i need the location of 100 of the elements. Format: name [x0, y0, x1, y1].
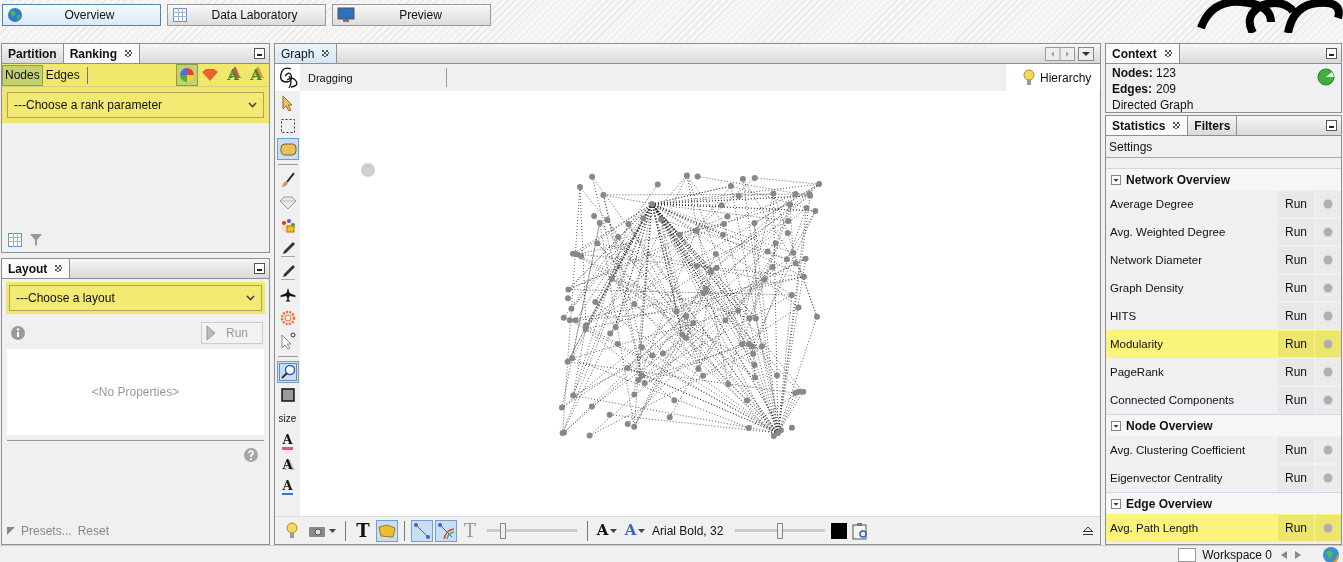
- run-button[interactable]: Run: [1278, 437, 1314, 463]
- statistic-name: HITS: [1110, 310, 1138, 322]
- run-button[interactable]: Run: [1278, 387, 1314, 413]
- help-dot-icon[interactable]: [1323, 283, 1333, 293]
- placeholder-text: <No Properties>: [91, 385, 180, 399]
- help-dot-icon[interactable]: [1323, 395, 1333, 405]
- brush-icon: [279, 172, 296, 188]
- help-dot-icon[interactable]: [1323, 199, 1333, 209]
- tool-button[interactable]: A: [594, 519, 620, 542]
- statistic-name: Modularity: [1110, 338, 1165, 350]
- help-dot-icon[interactable]: [1323, 445, 1333, 455]
- rank-parameter-dropdown[interactable]: ---Choose a rank parameter: [7, 92, 264, 118]
- help-dot-icon[interactable]: [1323, 523, 1333, 533]
- eject-icon[interactable]: [1082, 525, 1094, 536]
- group-title: Node Overview: [1126, 418, 1213, 433]
- tool-button[interactable]: T: [352, 519, 374, 542]
- close-icon[interactable]: [1172, 121, 1182, 130]
- caret-icon: [329, 528, 336, 533]
- tool-button[interactable]: A: [276, 430, 299, 452]
- run-button[interactable]: Run: [1278, 465, 1314, 491]
- panel-tab[interactable]: Layout: [2, 259, 71, 278]
- help-dot-icon[interactable]: [1323, 339, 1333, 349]
- table-icon: [172, 7, 188, 23]
- tool-button[interactable]: A: [622, 519, 648, 542]
- tool-button[interactable]: A: [276, 453, 299, 475]
- help-dot-icon[interactable]: [1323, 227, 1333, 237]
- pie-chart-icon[interactable]: [1317, 68, 1335, 86]
- caret-icon: [610, 528, 618, 533]
- statistic-name: Avg. Path Length: [1110, 522, 1200, 534]
- panel-tab[interactable]: Context: [1106, 44, 1180, 63]
- close-icon[interactable]: [54, 264, 64, 273]
- help-icon[interactable]: [243, 447, 259, 463]
- run-button[interactable]: Run: [1278, 515, 1314, 541]
- collapse-icon[interactable]: [1111, 420, 1121, 431]
- minimize-icon[interactable]: [254, 263, 265, 274]
- help-dot-icon[interactable]: [1323, 473, 1333, 483]
- workspace-label: Workspace 0: [1202, 548, 1272, 562]
- run-button[interactable]: Run: [1278, 331, 1314, 357]
- statistic-name: Connected Components: [1110, 394, 1236, 406]
- element-tab[interactable]: Edges: [42, 64, 83, 86]
- run-button[interactable]: Run: [1278, 275, 1314, 301]
- minimize-icon[interactable]: [1326, 120, 1337, 131]
- panel-tab[interactable]: Graph: [275, 44, 338, 63]
- close-icon[interactable]: [321, 49, 331, 58]
- selection-icon: [279, 118, 296, 134]
- chevron-icon: [248, 102, 257, 108]
- perspective-button[interactable]: Data Laboratory: [167, 4, 326, 26]
- statistic-name: Average Degree: [1110, 198, 1195, 210]
- layout-dropdown[interactable]: ---Choose a layout: [9, 285, 262, 311]
- perspective-button[interactable]: Overview: [2, 4, 161, 26]
- tool-button[interactable]: A: [276, 476, 299, 498]
- run-button[interactable]: Run: [1278, 191, 1314, 217]
- run-button[interactable]: Run: [1278, 219, 1314, 245]
- help-dot-icon[interactable]: [1323, 367, 1333, 377]
- collapse-icon[interactable]: [1111, 498, 1121, 509]
- stat-value: 209: [1156, 82, 1177, 96]
- label-shape-icon: [377, 522, 397, 539]
- help-dot-icon[interactable]: [1323, 311, 1333, 321]
- mode-label: Dragging: [308, 71, 353, 84]
- font-label: Arial Bold, 32: [652, 523, 724, 538]
- info-icon[interactable]: [10, 325, 26, 341]
- globe-icon[interactable]: [1322, 546, 1340, 562]
- close-icon[interactable]: [124, 49, 133, 58]
- close-icon[interactable]: [1163, 49, 1173, 58]
- tool-button[interactable]: [276, 361, 299, 383]
- statistic-name: Network Diameter: [1110, 254, 1204, 266]
- minimize-icon[interactable]: [254, 48, 265, 59]
- panel-tab[interactable]: Ranking: [63, 44, 140, 63]
- panel-tab[interactable]: Statistics: [1106, 116, 1189, 135]
- run-button: Run: [201, 322, 263, 344]
- color-swatch[interactable]: [831, 522, 848, 539]
- run-button[interactable]: Run: [1278, 359, 1314, 385]
- graph-node[interactable]: [361, 163, 375, 177]
- square-icon: [280, 388, 295, 402]
- previous-icon[interactable]: [1280, 550, 1288, 560]
- airplane-icon: [279, 287, 296, 303]
- clipboard-icon: [851, 521, 870, 540]
- perspective-button[interactable]: Preview: [332, 4, 491, 26]
- dropdown-icon[interactable]: [1078, 46, 1094, 61]
- run-button[interactable]: Run: [1278, 303, 1314, 329]
- table-icon[interactable]: [7, 232, 23, 248]
- stat-label: Nodes:: [1112, 65, 1154, 81]
- collapse-icon[interactable]: [1111, 174, 1121, 185]
- next-icon[interactable]: [1294, 550, 1302, 560]
- filter-icon[interactable]: [29, 233, 43, 247]
- tool-button[interactable]: size: [276, 407, 299, 429]
- minimize-icon[interactable]: [1326, 48, 1337, 59]
- hierarchy-button[interactable]: Hierarchy: [1006, 64, 1100, 91]
- transformer-button[interactable]: [176, 64, 198, 86]
- statistic-name: PageRank: [1110, 366, 1165, 378]
- help-dot-icon[interactable]: [1323, 255, 1333, 265]
- graph-type-label: Directed Graph: [1112, 98, 1194, 112]
- group-title: Edge Overview: [1126, 496, 1213, 511]
- light-bulb-icon: [1022, 68, 1036, 87]
- settings-label[interactable]: Settings: [1109, 139, 1153, 154]
- panel-tab[interactable]: Partition: [2, 44, 64, 63]
- element-tab[interactable]: Nodes: [2, 64, 43, 86]
- corner-icon: [7, 527, 15, 535]
- run-button[interactable]: Run: [1278, 247, 1314, 273]
- panel-tab[interactable]: Filters: [1188, 116, 1238, 135]
